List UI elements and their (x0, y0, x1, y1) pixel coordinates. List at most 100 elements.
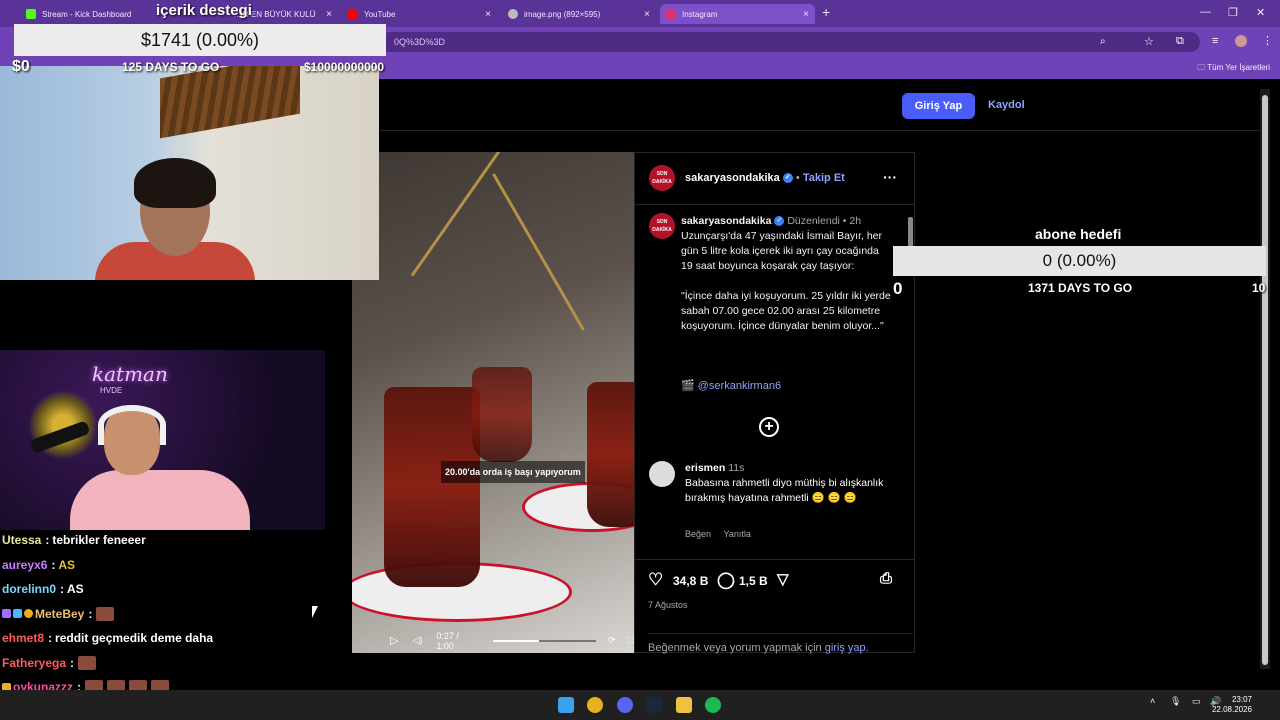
url-input[interactable]: 0Q%3D%3D (380, 32, 1200, 52)
star-icon[interactable]: ☆ (1144, 35, 1154, 48)
clapper-icon: 🎬 (681, 380, 698, 392)
page-scroll-thumb[interactable] (1262, 95, 1268, 665)
login-prompt-text: Beğenmek veya yorum yapmak için (648, 642, 822, 654)
login-prompt: Beğenmek veya yorum yapmak için giriş ya… (648, 633, 913, 654)
comment-reply[interactable]: Yanıtla (724, 529, 751, 539)
discord-icon[interactable] (617, 697, 633, 713)
mention-text: @serkankirman6 (697, 380, 782, 392)
tab-image[interactable]: image.png (892×595) × (502, 4, 656, 24)
video-caption: 20.00'da orda iş başı yapıyorum (441, 461, 585, 483)
folder-icon: 🗀 (1197, 63, 1208, 72)
start-icon[interactable] (558, 697, 574, 713)
heart-icon[interactable]: ♡ (648, 570, 663, 590)
profile-avatar[interactable] (1235, 35, 1247, 47)
video-player[interactable]: 20.00'da orda iş başı yapıyorum ▷ ◁) 0:2… (352, 152, 634, 653)
sub-goal-min: 0 (893, 279, 903, 298)
person-hair (134, 158, 216, 208)
close-icon[interactable]: × (485, 9, 491, 20)
play-icon[interactable]: ▷ (390, 634, 398, 647)
verified-icon: ✓ (782, 173, 793, 184)
extensions-icon[interactable]: ⧉ (1176, 35, 1184, 48)
chat-message: dorelinn0 : AS (2, 582, 84, 597)
comment-icon[interactable]: ◯ (717, 570, 735, 590)
donation-goal-title: içerik destegi (156, 2, 252, 19)
comment-avatar[interactable] (649, 461, 675, 487)
comment-author[interactable]: erismen (685, 462, 725, 474)
url-text: 0Q%3D%3D (394, 37, 446, 47)
tab-youtube[interactable]: YouTube × (342, 4, 497, 24)
verified-icon: ✓ (774, 216, 785, 227)
donation-min: $0 (12, 58, 30, 75)
chat-user[interactable]: ehmet8 (2, 631, 44, 645)
follow-button[interactable]: Takip Et (803, 172, 845, 184)
close-icon[interactable]: × (803, 9, 809, 20)
wooden-ceiling (160, 66, 300, 139)
sub-goal-bar: 0 (0.00%) (893, 246, 1266, 276)
share-icon[interactable]: ▽ (777, 570, 789, 588)
minimize-button[interactable]: — (1200, 6, 1211, 18)
page-scrollbar[interactable] (1260, 89, 1270, 669)
mic-icon[interactable]: 🎙 (1170, 696, 1181, 707)
mouse-cursor (312, 606, 318, 618)
more-options-icon[interactable]: ··· (883, 169, 897, 185)
network-icon[interactable]: ▭ (1192, 696, 1201, 707)
login-prompt-link[interactable]: giriş yap. (825, 642, 869, 654)
chrome-icon[interactable] (587, 697, 603, 713)
new-tab-button[interactable]: + (822, 4, 830, 20)
chat-user[interactable]: dorelinn0 (2, 582, 56, 596)
tab-kick-dashboard[interactable]: Stream - Kick Dashboard (20, 4, 145, 24)
steam-icon[interactable] (646, 697, 662, 713)
video-progress-fill (492, 639, 540, 642)
load-more-icon[interactable]: + (759, 417, 779, 437)
webcam-guest: katman HVDE (0, 350, 325, 530)
donation-max: $10000000000 (304, 60, 385, 74)
restore-button[interactable]: ❐ (1228, 6, 1238, 19)
signup-link[interactable]: Kaydol (988, 99, 1025, 111)
chat-user[interactable]: Utessa (2, 533, 41, 547)
close-window-button[interactable]: ✕ (1256, 6, 1265, 19)
chat-user[interactable]: aureyx6 (2, 558, 47, 572)
spoon (492, 173, 585, 331)
tab-instagram[interactable]: Instagram × (660, 4, 815, 24)
emote (78, 655, 97, 670)
taskbar-clock[interactable]: 23:07 22.08.2026 (1212, 695, 1252, 715)
post-age: 2h (849, 215, 862, 227)
post-panel: SON DAKİKA sakaryasondakika ✓ • Takip Et… (634, 152, 915, 654)
video-progress[interactable] (492, 639, 597, 642)
emote-text: AS (58, 557, 76, 572)
scroll-thumb[interactable] (908, 217, 913, 247)
zoom-icon[interactable]: ⌕ (1100, 36, 1106, 47)
comment-count: 1,5 B (739, 574, 768, 588)
post-header: SON DAKİKA sakaryasondakika ✓ • Takip Et… (635, 153, 914, 205)
comment-like[interactable]: Beğen (685, 529, 711, 539)
menu-icon[interactable]: ⋮ (1262, 34, 1273, 47)
caption-author[interactable]: sakaryasondakika (681, 215, 771, 227)
close-icon[interactable]: × (644, 9, 650, 20)
chat-message: ehmet8 : reddit geçmedik deme daha (2, 631, 214, 646)
settings-icon[interactable]: ⟳ (608, 635, 616, 646)
account-name[interactable]: sakaryasondakika (685, 172, 780, 184)
tea-glass (384, 387, 480, 587)
bookmark-icon[interactable]: ⎙ (880, 570, 892, 587)
volume-icon[interactable]: ◁) (412, 635, 422, 646)
post-date: 7 Ağustos (648, 600, 688, 610)
clock-date: 22.08.2026 (1211, 705, 1252, 714)
spotify-icon[interactable] (705, 697, 721, 713)
media-icon[interactable]: ≡ (1212, 35, 1218, 47)
caption-avatar[interactable]: SON DAKİKA (649, 213, 675, 239)
all-bookmarks[interactable]: 🗀 Tüm Yer İşaretleri (1197, 62, 1270, 76)
clock-time: 23:07 (1231, 695, 1252, 704)
neon-sign: katman (92, 362, 168, 386)
video-time: 0:27 / 1:00 (436, 630, 459, 651)
close-icon[interactable]: × (326, 9, 332, 20)
video-controls: ▷ ◁) 0:27 / 1:00 ⟳ ⛶ (352, 628, 634, 653)
emote (96, 606, 115, 621)
login-button[interactable]: Giriş Yap (902, 93, 975, 119)
caption-quote: "İçince daha iyi koşuyorum. 25 yıldır ik… (681, 290, 891, 332)
mention-link[interactable]: 🎬 @serkankirman6 (681, 379, 781, 392)
chat-user[interactable]: Fatheryega (2, 656, 66, 670)
folder-icon[interactable] (676, 697, 692, 713)
tray-arrow-icon[interactable]: ˄ (1150, 696, 1155, 706)
chat-user[interactable]: MeteBey (35, 607, 84, 621)
account-avatar[interactable]: SON DAKİKA (649, 165, 675, 191)
